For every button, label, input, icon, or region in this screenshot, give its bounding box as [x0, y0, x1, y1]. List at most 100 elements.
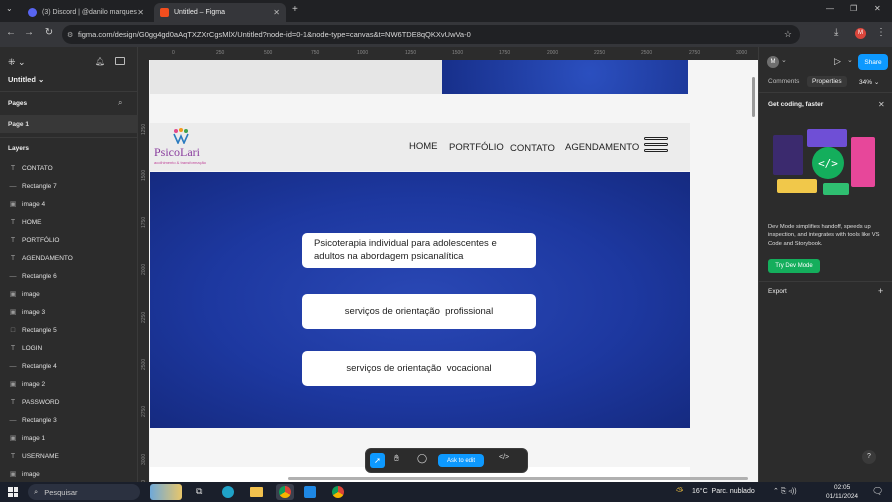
hero-section[interactable]: Psicoterapia individual para adolescente…	[150, 172, 690, 428]
nav-contato[interactable]: CONTATO	[510, 143, 555, 154]
nav-home[interactable]: HOME	[409, 141, 438, 152]
frame-gray-block[interactable]	[150, 60, 442, 94]
system-tray-icons[interactable]: ⌃ ⎘ ◃))	[773, 487, 797, 496]
share-button[interactable]: Share	[858, 54, 888, 70]
download-icon[interactable]: ⤓	[834, 27, 838, 38]
file-explorer-icon[interactable]	[250, 487, 263, 497]
dev-mode-toggle-icon[interactable]: </>	[499, 454, 509, 461]
vscode-icon[interactable]	[304, 486, 316, 498]
layer-item[interactable]: T AGENDAMENTO	[0, 249, 138, 267]
layer-item[interactable]: — Rectangle 4	[0, 357, 138, 375]
canvas-h-scrollbar[interactable]	[288, 477, 748, 480]
layer-item[interactable]: ▣ image	[0, 465, 138, 483]
taskbar-search[interactable]: ⌕ Pesquisar	[28, 484, 140, 500]
layer-item[interactable]: T PORTFÓLIO	[0, 231, 138, 249]
ask-to-edit-button[interactable]: Ask to edit	[438, 454, 484, 467]
file-title-text: Untitled	[8, 75, 36, 84]
tab-comments[interactable]: Comments	[768, 78, 799, 85]
figma-main-menu-icon[interactable]: ⁜ ⌄	[8, 57, 26, 68]
page-item-1[interactable]: Page 1	[0, 115, 138, 133]
layer-item[interactable]: — Rectangle 3	[0, 411, 138, 429]
panel-toggle-icon[interactable]	[115, 57, 125, 65]
notification-icon[interactable]: 🗨︎	[872, 486, 883, 497]
weather-text[interactable]: 16°C Parc. nublado	[692, 488, 755, 495]
layer-item[interactable]: T LOGIN	[0, 339, 138, 357]
layer-item[interactable]: — Rectangle 7	[0, 177, 138, 195]
design-canvas[interactable]: PsicoLari acolhimento & transformação HO…	[138, 47, 758, 482]
layer-item[interactable]: ▣ image 3	[0, 303, 138, 321]
help-button[interactable]: ?	[862, 450, 876, 464]
clock-date[interactable]: 01/11/2024	[826, 493, 858, 500]
nav-agendamento[interactable]: AGENDAMENTO	[565, 142, 639, 153]
try-dev-mode-button[interactable]: Try Dev Mode	[768, 259, 820, 273]
figma-icon	[160, 8, 169, 17]
divider	[0, 137, 138, 138]
hand-tool-icon[interactable]: ✋︎	[394, 453, 399, 464]
service-card-profissional[interactable]: serviços de orientação profissional	[302, 294, 536, 329]
new-tab-button[interactable]: +	[292, 4, 298, 15]
zoom-level[interactable]: 34% ⌄	[859, 78, 879, 86]
layer-item[interactable]: ▣ image	[0, 285, 138, 303]
close-icon[interactable]: ✕	[137, 8, 144, 17]
layer-item[interactable]: T PASSWORD	[0, 393, 138, 411]
nav-portfolio[interactable]: PORTFÓLIO	[449, 142, 504, 153]
chevron-down-icon[interactable]: ⌄	[847, 56, 853, 64]
text-layer-icon: T	[10, 398, 16, 406]
layer-item[interactable]: T USERNAME	[0, 447, 138, 465]
back-icon[interactable]: ←	[4, 27, 18, 38]
layer-item[interactable]: T CONTATO	[0, 159, 138, 177]
service-card-vocacional[interactable]: serviços de orientação vocacional	[302, 351, 536, 386]
chrome-icon[interactable]	[276, 484, 294, 500]
bookmark-star-icon[interactable]: ☆	[784, 29, 792, 40]
ruler-tick: 1750	[141, 216, 147, 228]
canvas-scrollbar[interactable]	[752, 77, 755, 117]
minimize-icon[interactable]: —	[826, 4, 834, 13]
layer-item[interactable]: ▣ image 2	[0, 375, 138, 393]
address-bar[interactable]: ⚙ figma.com/design/G0gg4gd0aAqTXZXrCgsMl…	[62, 25, 800, 44]
layer-item[interactable]: ▣ image 4	[0, 195, 138, 213]
forward-icon[interactable]: →	[22, 27, 36, 38]
layer-item[interactable]: T HOME	[0, 213, 138, 231]
search-icon[interactable]: ⌕	[118, 98, 122, 108]
page-label: Page 1	[8, 120, 29, 128]
add-export-icon[interactable]: +	[878, 286, 883, 296]
hamburger-menu-icon[interactable]	[644, 137, 668, 157]
tab-discord[interactable]: (3) Discord | @danilo marques ✕	[22, 3, 150, 22]
close-icon[interactable]: ✕	[273, 8, 280, 17]
browser-menu-icon[interactable]: ⋮	[876, 27, 886, 38]
layer-item[interactable]: ▣ image 1	[0, 429, 138, 447]
profile-avatar[interactable]: M	[855, 28, 866, 39]
ruler-tick: 2750	[141, 405, 147, 417]
maximize-icon[interactable]: ❐	[850, 4, 857, 13]
start-windows-icon[interactable]	[8, 487, 18, 497]
tab-list-menu-icon[interactable]: ⌄	[6, 4, 13, 13]
tab-figma[interactable]: Untitled – Figma ✕	[154, 3, 286, 22]
tab-properties[interactable]: Properties	[807, 76, 847, 87]
ruler-tick: 250	[216, 50, 225, 56]
task-view-icon[interactable]: ⧉	[196, 486, 202, 497]
site-settings-icon[interactable]: ⚙	[67, 31, 73, 39]
edge-icon[interactable]	[222, 486, 234, 498]
image-layer-icon: ▣	[9, 291, 17, 298]
frame-blue-block[interactable]	[442, 60, 688, 94]
window-close-icon[interactable]: ✕	[874, 4, 881, 13]
reload-icon[interactable]: ↻	[42, 27, 56, 38]
site-header[interactable]: PsicoLari acolhimento & transformação HO…	[150, 123, 690, 171]
service-card-text: serviços de orientação vocacional	[346, 363, 492, 374]
layer-item[interactable]: □ Rectangle 5	[0, 321, 138, 339]
text-layer-icon: T	[10, 452, 16, 460]
file-title[interactable]: Untitled ⌄	[8, 75, 44, 84]
clock-time[interactable]: 02:05	[834, 484, 850, 491]
present-play-icon[interactable]: ▷	[834, 56, 841, 67]
chevron-down-icon[interactable]: ⌄	[781, 56, 787, 64]
chrome-profile-icon[interactable]	[332, 486, 344, 498]
service-card-psicoterapia[interactable]: Psicoterapia individual para adolescente…	[302, 233, 536, 268]
user-avatar[interactable]: M	[767, 56, 779, 68]
comment-tool-icon[interactable]: ◯	[417, 453, 427, 464]
svg-text:</>: </>	[818, 157, 838, 170]
move-tool-icon[interactable]: ➚	[370, 453, 385, 468]
close-icon[interactable]: ✕	[878, 100, 885, 109]
widgets-icon[interactable]	[150, 484, 182, 500]
layer-item[interactable]: — Rectangle 6	[0, 267, 138, 285]
notifications-icon[interactable]: 🔔︎	[95, 57, 105, 66]
